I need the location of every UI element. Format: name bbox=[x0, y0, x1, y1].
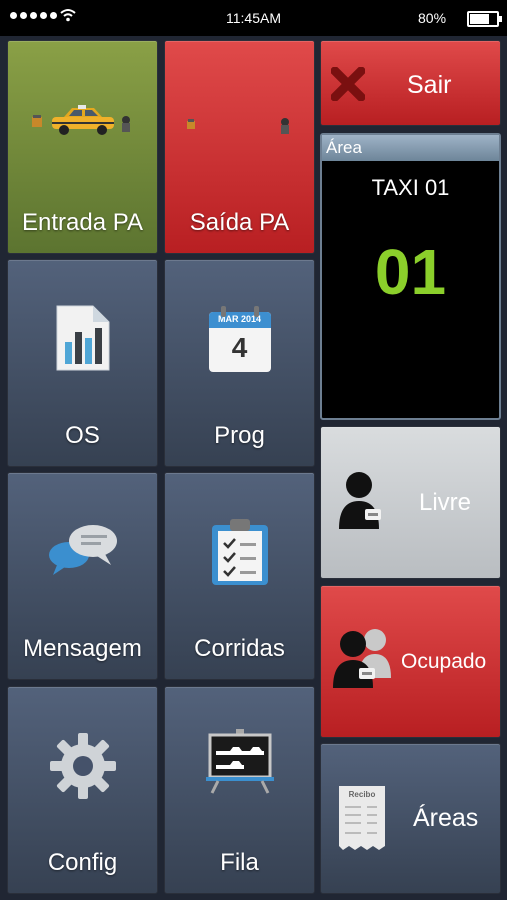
area-panel: Área TAXI 01 01 bbox=[320, 133, 501, 420]
close-x-icon bbox=[331, 67, 365, 101]
gear-icon bbox=[49, 733, 116, 799]
chat-bubbles-icon bbox=[48, 525, 117, 575]
config-button[interactable]: Config bbox=[7, 686, 158, 894]
fila-button[interactable]: Fila bbox=[164, 686, 315, 894]
status-bar: 11:45AM 80% bbox=[0, 0, 507, 36]
ocupado-button[interactable]: Ocupado bbox=[320, 585, 501, 738]
mensagem-label: Mensagem bbox=[23, 635, 142, 662]
area-name: TAXI 01 bbox=[371, 175, 450, 200]
fila-label: Fila bbox=[220, 849, 259, 876]
areas-label: Áreas bbox=[413, 804, 479, 832]
ocupado-label: Ocupado bbox=[401, 650, 487, 673]
taxi-exit-icon bbox=[186, 118, 289, 134]
battery-icon bbox=[467, 11, 502, 27]
receipt-icon: Recibo bbox=[337, 784, 387, 852]
corridas-label: Corridas bbox=[194, 635, 285, 662]
receipt-title: Recibo bbox=[348, 790, 376, 799]
livre-button[interactable]: Livre bbox=[320, 426, 501, 579]
driver-person-icon bbox=[339, 472, 381, 529]
calendar-day: 4 bbox=[231, 332, 248, 363]
battery-percent: 80% bbox=[418, 10, 447, 26]
area-header: Área bbox=[322, 135, 499, 161]
report-chart-icon bbox=[56, 305, 109, 371]
livre-label: Livre bbox=[419, 489, 472, 516]
prog-button[interactable]: MAR 2014 4 Prog bbox=[164, 259, 315, 467]
sair-button[interactable]: Sair bbox=[320, 40, 501, 126]
mensagem-button[interactable]: Mensagem bbox=[7, 472, 158, 680]
taxi-entry-icon bbox=[31, 105, 130, 135]
saida-pa-button[interactable]: Saída PA bbox=[164, 40, 315, 254]
calendar-month: MAR 2014 bbox=[217, 314, 262, 324]
area-number: 01 bbox=[374, 236, 447, 308]
driver-passenger-icon bbox=[333, 629, 391, 688]
os-label: OS bbox=[65, 422, 100, 449]
saida-pa-label: Saída PA bbox=[189, 209, 290, 236]
os-button[interactable]: OS bbox=[7, 259, 158, 467]
queue-board-icon bbox=[205, 729, 274, 794]
entrada-pa-button[interactable]: Entrada PA bbox=[7, 40, 158, 254]
corridas-button[interactable]: Corridas bbox=[164, 472, 315, 680]
config-label: Config bbox=[47, 849, 118, 876]
checklist-clipboard-icon bbox=[211, 519, 268, 585]
calendar-icon: MAR 2014 4 bbox=[208, 306, 271, 372]
entrada-pa-label: Entrada PA bbox=[22, 209, 143, 236]
sair-label: Sair bbox=[407, 71, 452, 99]
areas-button[interactable]: Recibo Áreas bbox=[320, 743, 501, 894]
prog-label: Prog bbox=[214, 422, 265, 449]
